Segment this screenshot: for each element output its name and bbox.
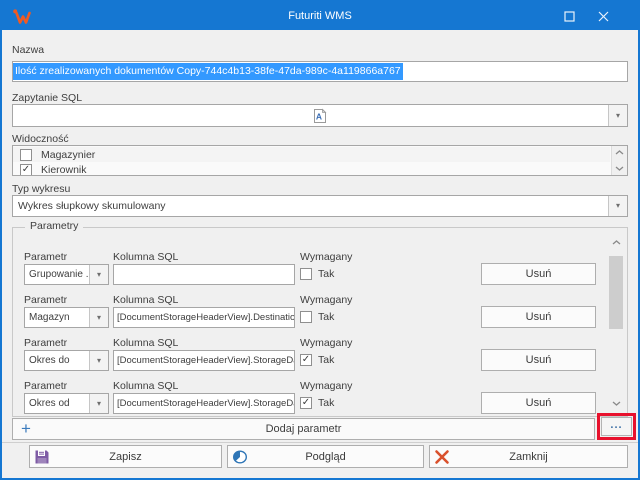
close-icon (598, 11, 609, 22)
scroll-up-button[interactable] (608, 236, 624, 249)
parametr-label: Parametr (24, 380, 67, 392)
chevron-up-icon (612, 240, 621, 245)
list-item-kierownik[interactable]: ✓ Kierownik (13, 162, 610, 176)
save-floppy-icon (34, 449, 50, 465)
kolumna-sql-input[interactable]: [DocumentStorageHeaderView].StorageDateB (113, 393, 295, 414)
selected-text: Ilość zrealizowanych dokumentów Copy-744… (13, 63, 403, 80)
kolumna-sql-input[interactable]: [DocumentStorageHeaderView].DestinationW… (113, 307, 295, 328)
window-title: Futuriti WMS (2, 2, 638, 30)
remove-parameter-button[interactable]: Usuń (481, 306, 596, 328)
kolumna-sql-label: Kolumna SQL (113, 251, 178, 263)
maximize-button[interactable] (552, 2, 586, 30)
sql-query-combo[interactable]: A ▾ (12, 104, 628, 127)
wymagany-label: Wymagany (300, 337, 352, 349)
sql-combo-dropdown-button[interactable]: ▾ (608, 105, 627, 126)
scroll-down-button[interactable] (608, 397, 624, 410)
tak-label: Tak (318, 397, 334, 409)
scroll-up-button[interactable] (612, 146, 627, 159)
wymagany-label: Wymagany (300, 251, 352, 263)
add-parameter-label: Dodaj parametr (13, 419, 594, 439)
parametr-label: Parametr (24, 251, 67, 263)
parameters-legend: Parametry (25, 220, 83, 232)
kolumna-sql-label: Kolumna SQL (113, 337, 178, 349)
parameter-row: Parametr Kolumna SQL Wymagany Magazyn ▾ … (13, 294, 603, 330)
parametr-dropdown[interactable]: Grupowanie ... ▾ (24, 264, 109, 285)
wymagany-checkbox[interactable]: ✓ (300, 397, 312, 409)
scrollbar-thumb[interactable] (609, 256, 623, 329)
tak-label: Tak (318, 354, 334, 366)
remove-parameter-button[interactable]: Usuń (481, 349, 596, 371)
titlebar: Futuriti WMS (2, 2, 638, 30)
scroll-down-button[interactable] (612, 162, 627, 175)
chevron-up-icon (615, 150, 624, 155)
chevron-down-icon[interactable]: ▾ (89, 351, 108, 370)
sql-query-label: Zapytanie SQL (12, 92, 82, 104)
wymagany-checkbox[interactable] (300, 268, 312, 280)
more-options-button[interactable]: ... (601, 417, 632, 436)
chevron-down-icon: ▾ (616, 111, 620, 120)
wymagany-label: Wymagany (300, 294, 352, 306)
remove-parameter-button[interactable]: Usuń (481, 263, 596, 285)
chevron-down-icon (612, 401, 621, 406)
kolumna-sql-label: Kolumna SQL (113, 380, 178, 392)
kolumna-sql-input[interactable]: [DocumentStorageHeaderView].StorageDate (113, 350, 295, 371)
wymagany-checkbox[interactable] (300, 311, 312, 323)
preview-clock-icon (232, 449, 248, 465)
parametr-dropdown[interactable]: Magazyn ▾ (24, 307, 109, 328)
parameter-row: Parametr Kolumna SQL Wymagany Grupowanie… (13, 251, 603, 287)
chevron-down-icon[interactable]: ▾ (89, 265, 108, 284)
parameter-row: Parametr Kolumna SQL Wymagany Okres od ▾… (13, 380, 603, 416)
kolumna-sql-label: Kolumna SQL (113, 294, 178, 306)
add-parameter-button[interactable]: + Dodaj parametr (12, 418, 595, 440)
kierownik-checkbox[interactable]: ✓ (20, 164, 32, 176)
parameter-row: Parametr Kolumna SQL Wymagany Okres do ▾… (13, 337, 603, 373)
parametr-label: Parametr (24, 337, 67, 349)
annotation-highlight: ... (597, 413, 636, 440)
chart-type-value: Wykres słupkowy skumulowany (18, 200, 166, 212)
document-a-icon: A (312, 108, 328, 124)
remove-parameter-button[interactable]: Usuń (481, 392, 596, 414)
chevron-down-icon (615, 166, 624, 171)
chart-type-dropdown-button[interactable]: ▾ (608, 196, 627, 216)
visibility-listbox[interactable]: Magazynier ✓ Kierownik (12, 145, 628, 176)
wymagany-label: Wymagany (300, 380, 352, 392)
parameters-scrollbar[interactable] (608, 236, 624, 410)
parametr-dropdown[interactable]: Okres do ▾ (24, 350, 109, 371)
parametr-label: Parametr (24, 294, 67, 306)
list-item-label: Kierownik (41, 164, 87, 176)
visibility-label: Widoczność (12, 133, 69, 145)
parametr-dropdown[interactable]: Okres od ▾ (24, 393, 109, 414)
parameters-group: Parametry Parametr Kolumna SQL Wymagany … (12, 227, 628, 417)
listbox-scrollbar[interactable] (611, 146, 627, 175)
tak-label: Tak (318, 311, 334, 323)
close-window-button[interactable] (586, 2, 620, 30)
name-label: Nazwa (12, 44, 44, 56)
chevron-down-icon[interactable]: ▾ (89, 308, 108, 327)
list-item-magazynier[interactable]: Magazynier (13, 147, 610, 162)
chart-type-label: Typ wykresu (12, 183, 70, 195)
footer-divider (2, 442, 638, 443)
magazynier-checkbox[interactable] (20, 149, 32, 161)
name-input[interactable]: Ilość zrealizowanych dokumentów Copy-744… (12, 61, 628, 82)
dialog-window: Futuriti WMS Nazwa Ilość zrealizowanych … (0, 0, 640, 480)
svg-text:A: A (316, 112, 322, 122)
chart-type-combo[interactable]: Wykres słupkowy skumulowany ▾ (12, 195, 628, 217)
list-item-label: Magazynier (41, 149, 95, 161)
wymagany-checkbox[interactable]: ✓ (300, 354, 312, 366)
maximize-icon (564, 11, 575, 22)
chevron-down-icon: ▾ (616, 196, 620, 216)
save-button[interactable]: Zapisz (29, 445, 222, 468)
kolumna-sql-input[interactable] (113, 264, 295, 285)
close-x-icon (434, 449, 450, 465)
chevron-down-icon[interactable]: ▾ (89, 394, 108, 413)
tak-label: Tak (318, 268, 334, 280)
preview-button[interactable]: Podgląd (227, 445, 424, 468)
close-button[interactable]: Zamknij (429, 445, 628, 468)
